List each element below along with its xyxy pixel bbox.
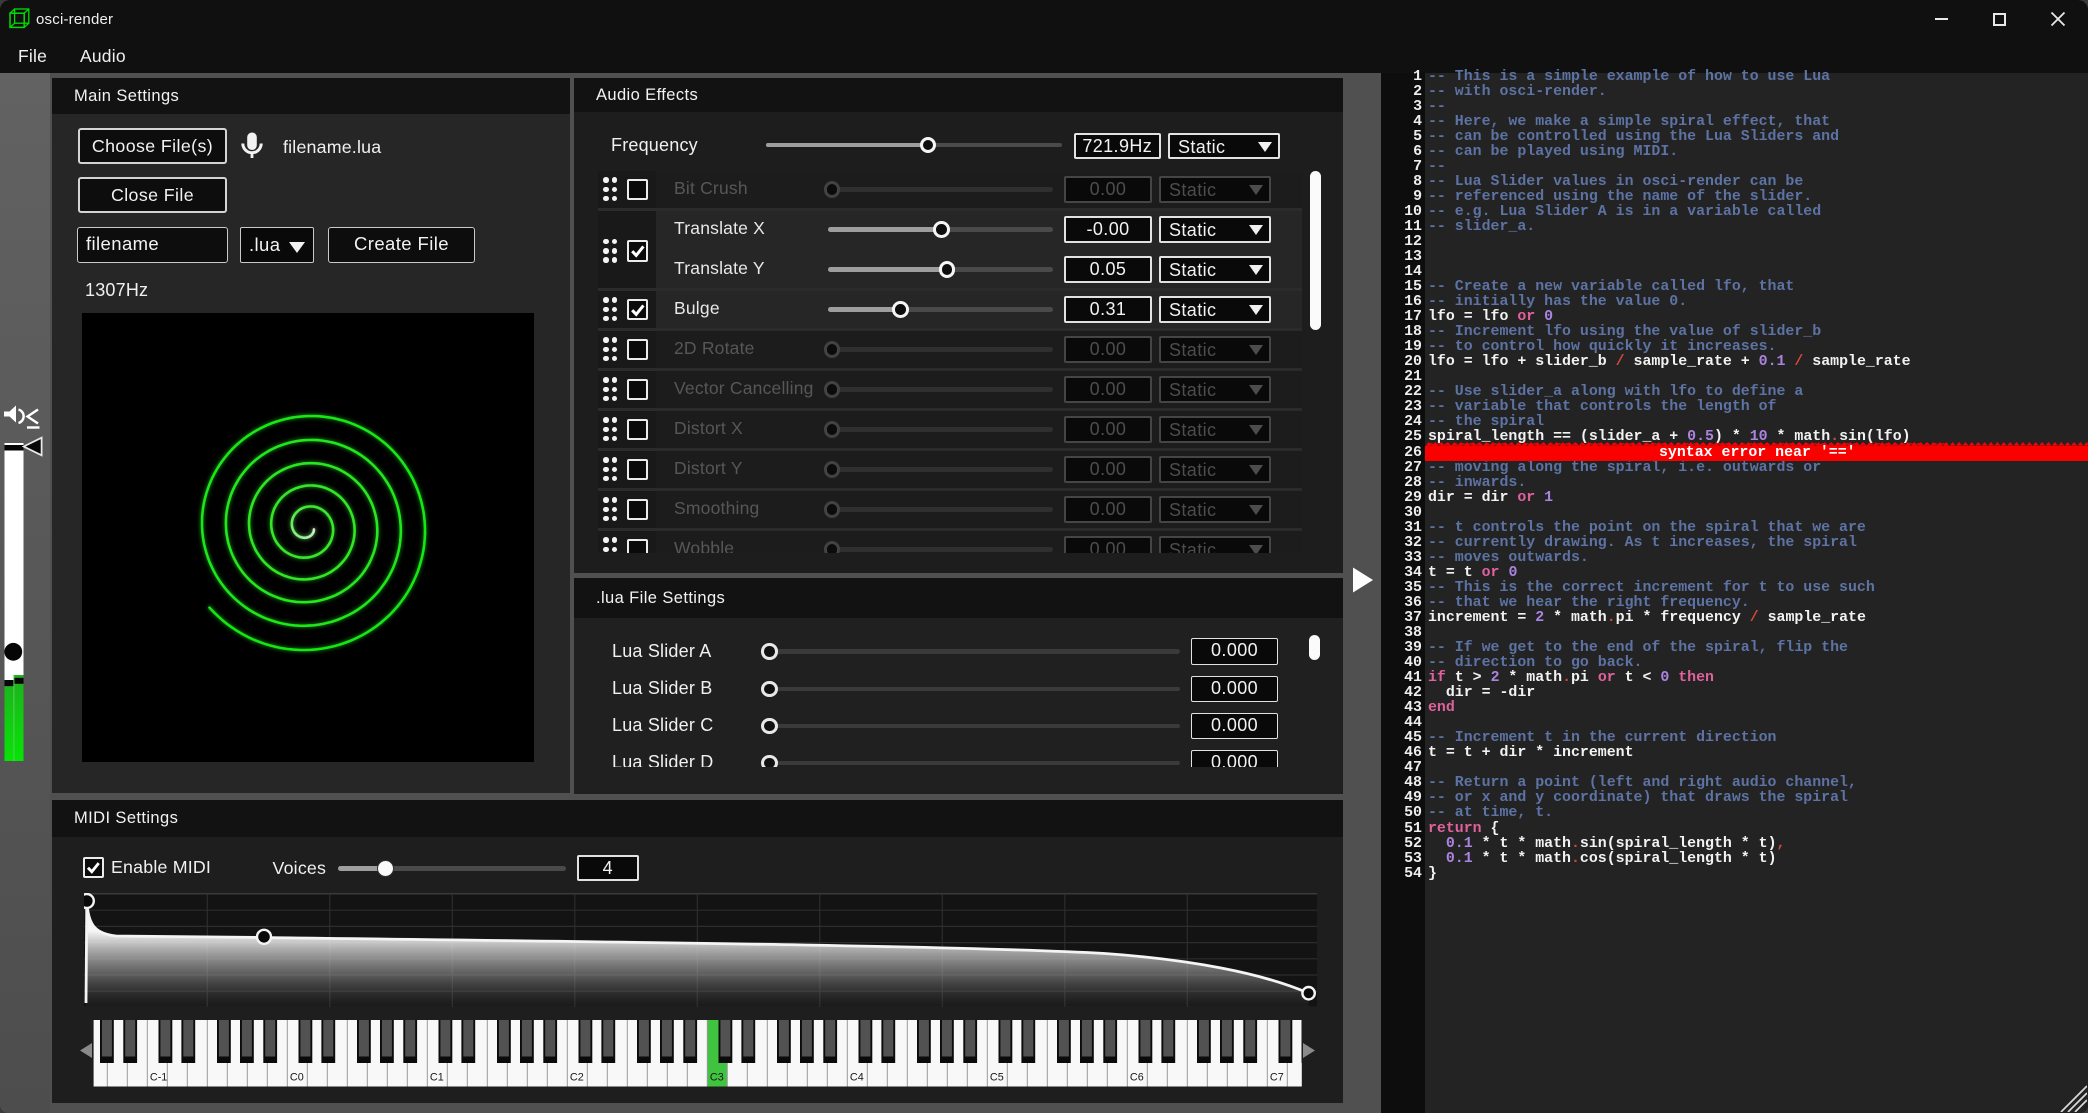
svg-text:C3: C3: [710, 1072, 724, 1084]
svg-text:C2: C2: [570, 1072, 584, 1084]
svg-text:C7: C7: [1270, 1072, 1284, 1084]
svg-text:C1: C1: [430, 1072, 444, 1084]
svg-text:C6: C6: [1130, 1072, 1144, 1084]
svg-text:C-1: C-1: [150, 1072, 167, 1084]
svg-text:C4: C4: [850, 1072, 864, 1084]
svg-text:C5: C5: [990, 1072, 1004, 1084]
svg-text:C0: C0: [290, 1072, 304, 1084]
